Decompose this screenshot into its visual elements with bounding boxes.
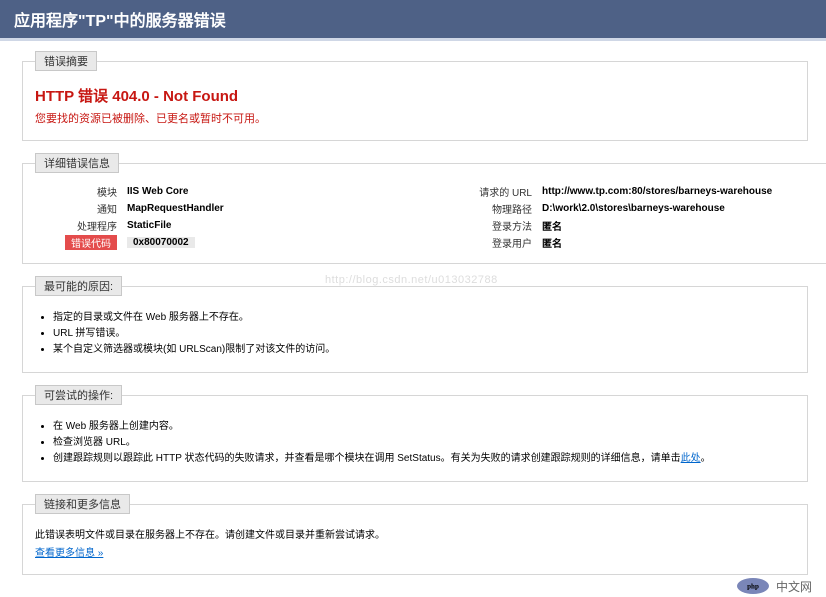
detail-box: 详细错误信息 模块 IIS Web Core 通知 MapRequestHand… [22,153,826,264]
user-label: 登录用户 [450,234,540,251]
handler-value: StaticFile [125,217,410,234]
page-title: 应用程序"TP"中的服务器错误 [14,13,226,30]
causes-box: 最可能的原因: 指定的目录或文件在 Web 服务器上不存在。 URL 拼写错误。… [22,276,808,373]
try-legend: 可尝试的操作: [35,385,122,405]
svg-text:php: php [747,583,759,591]
error-title: HTTP 错误 404.0 - Not Found [35,85,795,106]
error-summary-box: 错误摘要 HTTP 错误 404.0 - Not Found 您要找的资源已被删… [22,51,808,141]
detail-right-table: 请求的 URL http://www.tp.com:80/stores/barn… [450,183,825,251]
brand-text: 中文网 [776,578,812,595]
url-value: http://www.tp.com:80/stores/barneys-ware… [540,183,825,200]
links-box: 链接和更多信息 此错误表明文件或目录在服务器上不存在。请创建文件或目录并重新尝试… [22,494,808,575]
causes-legend: 最可能的原因: [35,276,122,296]
notify-label: 通知 [35,200,125,217]
detail-left-table: 模块 IIS Web Core 通知 MapRequestHandler 处理程… [35,183,410,251]
module-value: IIS Web Core [125,183,410,200]
here-link[interactable]: 此处 [681,453,701,464]
detail-legend: 详细错误信息 [35,153,119,173]
method-label: 登录方法 [450,217,540,234]
code-value: 0x80070002 [127,237,195,248]
page-header: 应用程序"TP"中的服务器错误 [0,0,826,41]
path-label: 物理路径 [450,200,540,217]
handler-label: 处理程序 [35,217,125,234]
brand-logo: php 中文网 [736,577,812,595]
list-item: 某个自定义筛选器或模块(如 URLScan)限制了对该文件的访问。 [53,342,795,358]
summary-legend: 错误摘要 [35,51,97,71]
causes-list: 指定的目录或文件在 Web 服务器上不存在。 URL 拼写错误。 某个自定义筛选… [53,310,795,358]
code-label: 错误代码 [65,235,117,250]
links-legend: 链接和更多信息 [35,494,130,514]
list-item: URL 拼写错误。 [53,326,795,342]
list-item: 指定的目录或文件在 Web 服务器上不存在。 [53,310,795,326]
try-list: 在 Web 服务器上创建内容。 检查浏览器 URL。 创建跟踪规则以跟踪此 HT… [53,419,795,467]
user-value: 匿名 [540,234,825,251]
list-item: 在 Web 服务器上创建内容。 [53,419,795,435]
code-label-cell: 错误代码 [35,234,125,251]
try-box: 可尝试的操作: 在 Web 服务器上创建内容。 检查浏览器 URL。 创建跟踪规… [22,385,808,482]
method-value: 匿名 [540,217,825,234]
try-item3-pre: 创建跟踪规则以跟踪此 HTTP 状态代码的失败请求，并查看是哪个模块在调用 Se… [53,453,681,464]
url-label: 请求的 URL [450,183,540,200]
list-item: 检查浏览器 URL。 [53,435,795,451]
code-value-cell: 0x80070002 [125,234,410,251]
more-info-link[interactable]: 查看更多信息 » [35,548,103,559]
error-subtitle: 您要找的资源已被删除、已更名或暂时不可用。 [35,110,795,126]
try-item3-post: 。 [701,453,711,464]
content: 错误摘要 HTTP 错误 404.0 - Not Found 您要找的资源已被删… [0,41,826,597]
path-value: D:\work\2.0\stores\barneys-warehouse [540,200,825,217]
php-icon: php [736,577,770,595]
module-label: 模块 [35,183,125,200]
links-text: 此错误表明文件或目录在服务器上不存在。请创建文件或目录并重新尝试请求。 [35,528,795,544]
list-item: 创建跟踪规则以跟踪此 HTTP 状态代码的失败请求，并查看是哪个模块在调用 Se… [53,451,795,467]
notify-value: MapRequestHandler [125,200,410,217]
